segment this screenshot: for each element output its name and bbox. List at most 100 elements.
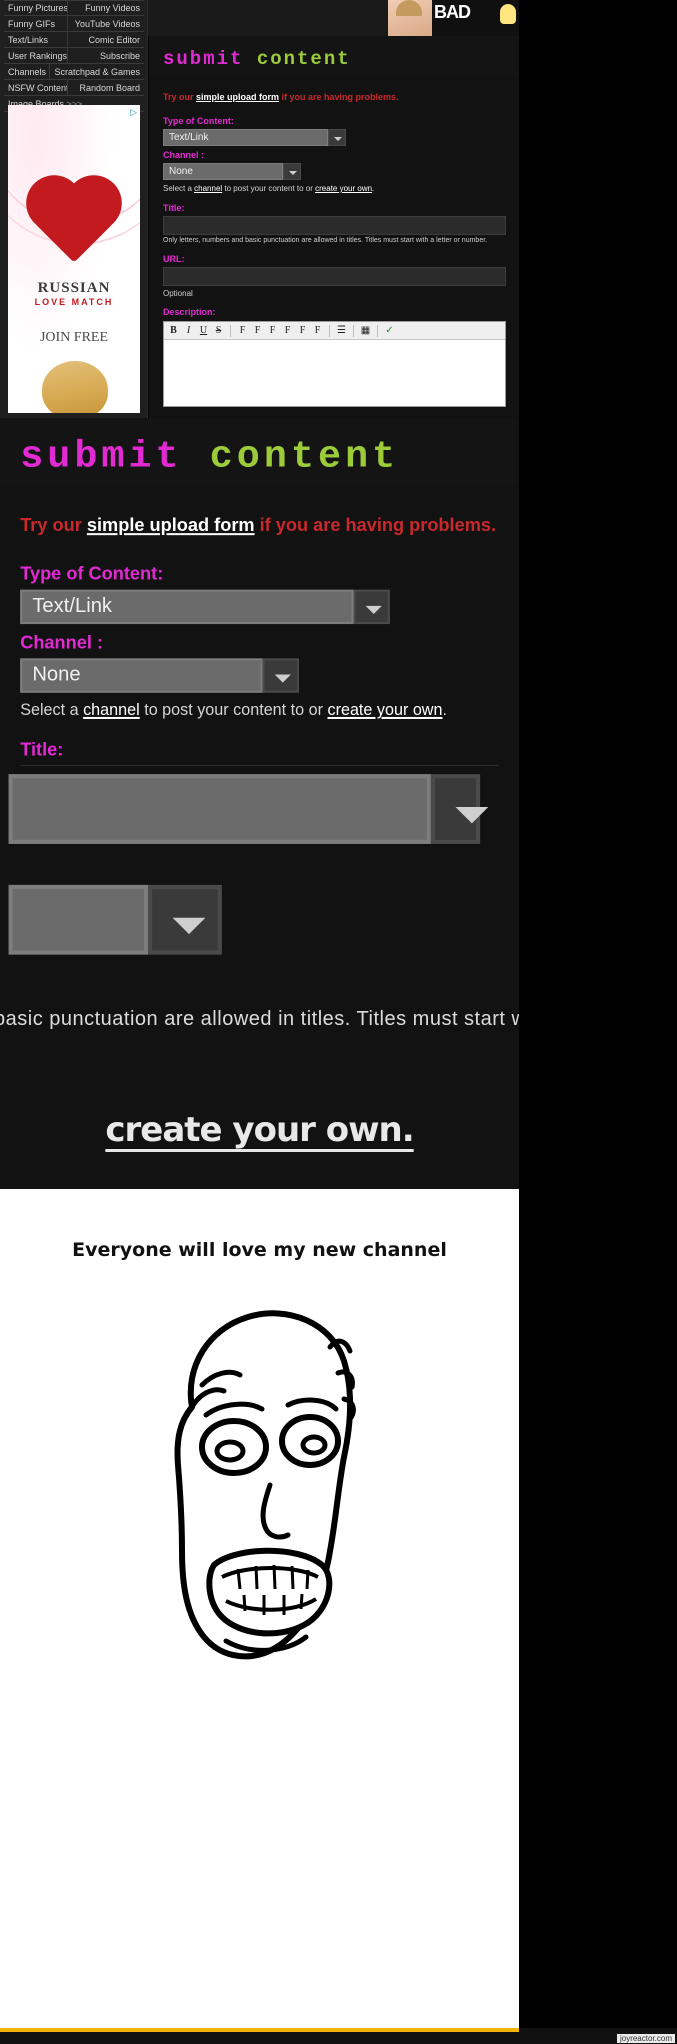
chevron-down-icon[interactable] (432, 774, 489, 844)
channel-value-zoom4[interactable] (8, 884, 148, 955)
create-your-own-link-zoom[interactable]: create your own (327, 701, 442, 719)
check-icon[interactable]: ✓ (383, 325, 396, 336)
sidebar-link-channels[interactable]: Channels (4, 63, 50, 80)
page-title-submit-zoom: submit (20, 434, 183, 479)
channel-select-zoom4[interactable] (8, 884, 480, 955)
upload-notice-post: if you are having problems. (279, 92, 399, 102)
sidebar-link-subscribe[interactable]: Subscribe (68, 48, 144, 64)
type-of-content-value-zoom[interactable]: Text/Link (20, 589, 354, 625)
format-button-1[interactable]: F (236, 325, 249, 336)
upload-notice-zoom: Try our simple upload form if you are ha… (20, 515, 499, 535)
table-icon[interactable]: ▦ (359, 325, 372, 336)
format-button-5[interactable]: F (296, 325, 309, 336)
sidebar-link-nsfw-content[interactable]: NSFW Content (4, 79, 68, 96)
toolbar-divider (353, 324, 354, 337)
simple-upload-form-link-zoom[interactable]: simple upload form (87, 515, 255, 535)
format-button-2[interactable]: F (251, 325, 264, 336)
italic-button[interactable]: I (182, 325, 195, 336)
title-input[interactable] (163, 216, 506, 235)
sidebar-link-user-rankings[interactable]: User Rankings (4, 47, 68, 64)
comic-strip: Funny Pictures Funny Videos Funny GIFs Y… (0, 0, 677, 2044)
url-input[interactable] (163, 267, 506, 286)
type-of-content-select-zoom[interactable]: Text/Link (20, 589, 499, 625)
title-label-zoom: Title: (20, 739, 64, 760)
list-icon[interactable]: ☰ (335, 325, 348, 336)
create-your-own-link-zoom-max[interactable]: create your own. (0, 1110, 519, 1150)
simple-upload-form-link[interactable]: simple upload form (196, 92, 279, 102)
url-hint: Optional (163, 289, 193, 298)
sidebar-item-channels[interactable]: Channels Scratchpad & Games (4, 63, 144, 80)
page-title-bar: submit content (149, 36, 520, 76)
chevron-down-icon[interactable] (283, 163, 301, 180)
channel-label: Channel : (163, 150, 205, 160)
format-button-3[interactable]: F (266, 325, 279, 336)
sidebar-link-scratchpad-games[interactable]: Scratchpad & Games (50, 64, 144, 80)
type-of-content-value[interactable]: Text/Link (163, 129, 328, 146)
bold-button[interactable]: B (167, 325, 180, 336)
page-title-zoom: submit content (20, 434, 499, 478)
channel-hint-mid-zoom: to post your content to or (139, 700, 328, 719)
sidebar-item-funny-gifs[interactable]: Funny GIFs YouTube Videos (4, 15, 144, 32)
strikethrough-button[interactable]: S (212, 325, 225, 336)
sidebar-link-text-links[interactable]: Text/Links (4, 31, 68, 48)
watermark: joyreactor.com (616, 2034, 675, 2043)
channel-link-zoom[interactable]: channel (83, 701, 140, 719)
chevron-down-icon[interactable] (353, 589, 390, 625)
panel-site-screenshot: Funny Pictures Funny Videos Funny GIFs Y… (0, 0, 520, 418)
sidebar-link-funny-videos[interactable]: Funny Videos (68, 0, 144, 16)
banner-photo (388, 0, 432, 36)
toolbar-divider (329, 324, 330, 337)
panel-zoom-4x: Select a channel to post your content to… (0, 766, 519, 956)
channel-link[interactable]: channel (194, 184, 222, 193)
channel-select[interactable]: None (163, 163, 506, 180)
sidebar-item-nsfw-content[interactable]: NSFW Content Random Board (4, 79, 144, 96)
sidebar-item-text-links[interactable]: Text/Links Comic Editor (4, 31, 144, 48)
description-label: Description: (163, 307, 216, 317)
submit-form-zoom: Try our simple upload form if you are ha… (0, 487, 519, 766)
chevron-down-icon[interactable] (262, 658, 299, 693)
type-of-content-select-zoom4[interactable] (8, 774, 489, 844)
panel-zoom-2x: submit content Try our simple upload for… (0, 418, 519, 766)
sidebar-link-funny-pictures[interactable]: Funny Pictures (4, 0, 68, 16)
channel-select-zoom[interactable]: None (20, 658, 499, 693)
sidebar-link-youtube-videos[interactable]: YouTube Videos (68, 16, 144, 32)
sidebar-link-comic-editor[interactable]: Comic Editor (68, 32, 144, 48)
sidebar: Funny Pictures Funny Videos Funny GIFs Y… (0, 0, 148, 418)
sidebar-item-user-rankings[interactable]: User Rankings Subscribe (4, 47, 144, 64)
sidebar-menu: Funny Pictures Funny Videos Funny GIFs Y… (4, 0, 144, 112)
rage-face-derp (130, 1289, 390, 1714)
channel-hint-post: . (372, 184, 375, 193)
ad-cta[interactable]: JOIN FREE (8, 330, 140, 346)
upload-notice-post-zoom: if you are having problems. (254, 514, 497, 536)
panel-zoom-8x: basic punctuation are allowed in titles.… (0, 956, 519, 1086)
channel-hint-zoom: Select a channel to post your content to… (20, 701, 499, 719)
type-of-content-value-zoom4[interactable] (8, 774, 433, 844)
submit-form: Try our simple upload form if you are ha… (149, 76, 520, 407)
sidebar-advertisement[interactable]: ▷ RUSSIAN LOVE MATCH JOIN FREE (8, 105, 140, 413)
panel-zoom-max: create your own. (0, 1086, 519, 1189)
format-button-6[interactable]: F (311, 325, 324, 336)
channel-value-zoom[interactable]: None (20, 658, 263, 693)
lightbulb-icon (500, 4, 516, 24)
banner-text: BAD (434, 2, 471, 22)
page-title-content: content (256, 48, 351, 70)
channel-hint-mid: to post your content to or (222, 184, 316, 193)
editor-canvas[interactable] (164, 340, 505, 406)
sidebar-link-random-board[interactable]: Random Board (68, 80, 144, 96)
sidebar-link-funny-gifs[interactable]: Funny GIFs (4, 15, 68, 32)
main-content: submit content Try our simple upload for… (148, 36, 520, 418)
top-banner-ad[interactable]: BAD (388, 0, 520, 36)
create-your-own-link[interactable]: create your own (315, 184, 372, 193)
underline-button[interactable]: U (197, 325, 210, 336)
channel-hint-post-zoom: . (442, 700, 447, 719)
description-editor[interactable]: B I U S F F F F F F ☰ ▦ ✓ (163, 321, 506, 407)
chevron-down-icon[interactable] (328, 129, 346, 146)
channel-value[interactable]: None (163, 163, 283, 180)
format-button-4[interactable]: F (281, 325, 294, 336)
type-of-content-select[interactable]: Text/Link (163, 129, 506, 146)
sidebar-item-funny-pictures[interactable]: Funny Pictures Funny Videos (4, 0, 144, 16)
chevron-down-icon[interactable] (148, 884, 222, 955)
page-title-content-zoom: content (209, 434, 400, 479)
adchoices-icon[interactable]: ▷ (130, 107, 137, 118)
type-of-content-label-zoom: Type of Content: (20, 563, 164, 584)
